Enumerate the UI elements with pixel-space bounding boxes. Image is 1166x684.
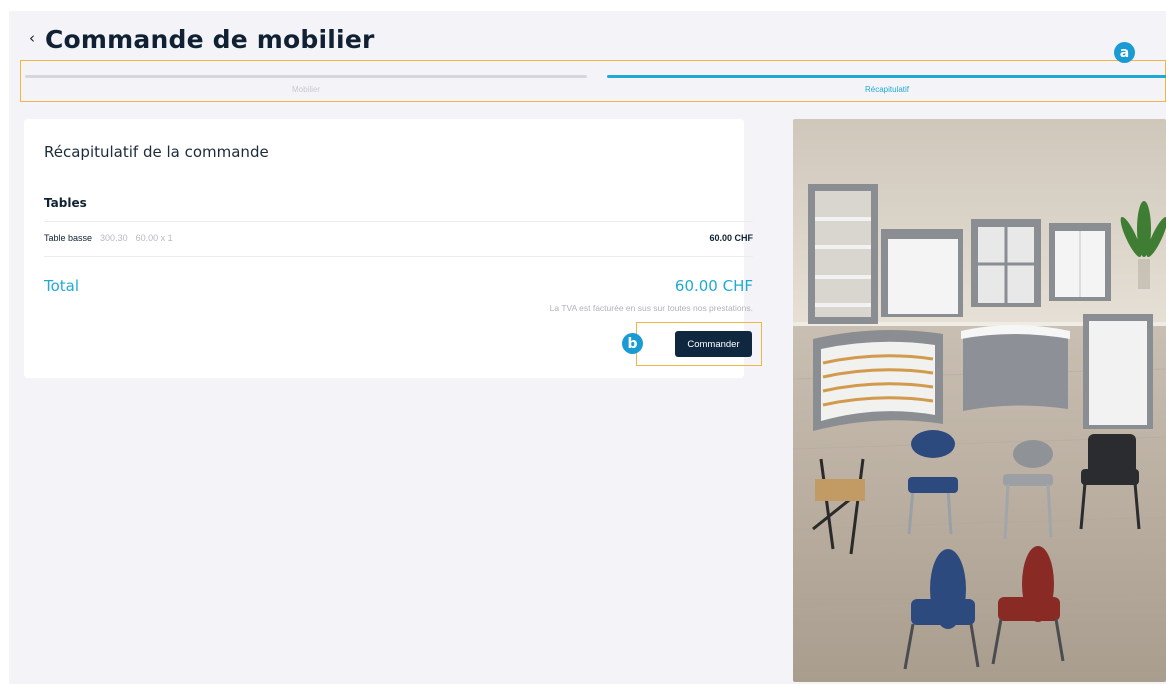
furniture-illustration bbox=[793, 119, 1166, 682]
annotation-marker-a: a bbox=[1114, 42, 1135, 63]
step-mobilier[interactable]: Mobilier bbox=[25, 61, 587, 101]
total-label: Total bbox=[44, 277, 80, 295]
total-value: 60.00 CHF bbox=[674, 277, 753, 295]
step-progress-bar bbox=[25, 75, 587, 78]
annotation-marker-b: b bbox=[622, 333, 643, 354]
furniture-photo bbox=[793, 119, 1166, 682]
section-title-tables: Tables bbox=[44, 196, 87, 210]
item-quantity: 60.00 x 1 bbox=[135, 233, 173, 243]
page-canvas: ‹ Commande de mobilier Mobilier Récapitu… bbox=[9, 11, 1166, 684]
step-progress-bar bbox=[607, 75, 1166, 78]
item-price: 60.00 CHF bbox=[709, 233, 753, 243]
order-stepper: Mobilier Récapitulatif bbox=[20, 60, 1166, 102]
step-label: Mobilier bbox=[291, 85, 320, 94]
item-reference: 300.30 bbox=[100, 233, 128, 243]
page-title: Commande de mobilier bbox=[45, 25, 375, 54]
step-recapitulatif[interactable]: Récapitulatif bbox=[607, 61, 1166, 101]
commander-button[interactable]: Commander bbox=[675, 331, 752, 357]
back-chevron-icon[interactable]: ‹ bbox=[29, 31, 35, 46]
item-name: Table basse bbox=[44, 233, 93, 243]
divider bbox=[44, 221, 753, 222]
step-label: Récapitulatif bbox=[864, 85, 910, 94]
list-item: Table basse 300.30 60.00 x 1 60.00 CHF bbox=[44, 233, 753, 243]
summary-title: Récapitulatif de la commande bbox=[44, 143, 269, 161]
page-header: ‹ Commande de mobilier bbox=[29, 25, 375, 54]
vat-note: La TVA est facturée en sus sur toutes no… bbox=[549, 303, 753, 313]
divider bbox=[44, 256, 753, 257]
